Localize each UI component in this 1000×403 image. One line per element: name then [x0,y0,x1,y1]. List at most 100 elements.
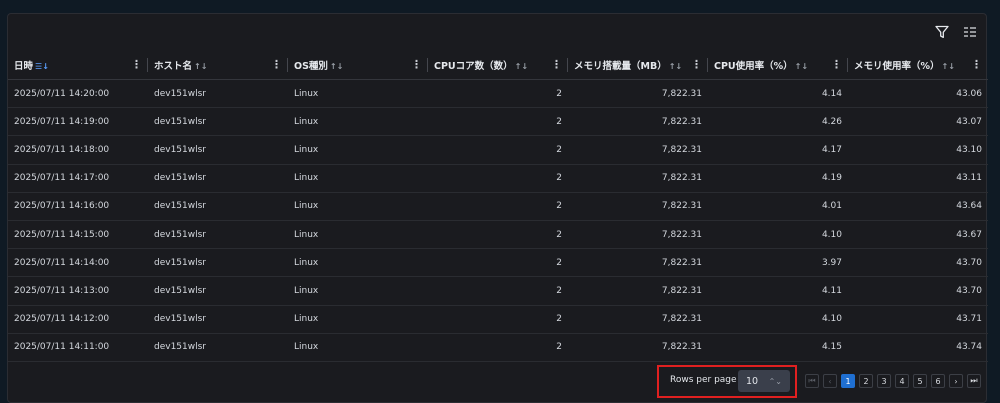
column-header-label: メモリ使用率（%） [854,61,940,72]
table-cell: dev151wlsr [148,164,288,193]
next-page-button[interactable]: › [949,374,963,388]
column-header-label: CPU使用率（%） [714,61,793,72]
table-cell: 4.17 [708,135,848,165]
table-toolbar [932,22,980,42]
sort-icon[interactable]: ↑↓ [795,62,808,71]
table-body: 2025/07/11 14:20:00 dev151wlsr Linux 2 7,822… [8,79,988,362]
table-cell: 2 [428,333,568,362]
column-header[interactable]: ホスト名 ↑↓ ⋮ [148,51,288,80]
table-cell: Linux [288,107,428,137]
table-cell: 4.15 [708,333,848,362]
rows-per-page-select[interactable]: 10 ⌃⌄ [738,370,790,392]
table-cell: 43.11 [848,164,988,193]
table-cell: 2 [428,305,568,334]
table-cell: 2 [428,248,568,278]
sort-icon[interactable]: ↑↓ [330,62,343,71]
table-cell: 2 [428,79,568,109]
first-page-button[interactable]: ⏮ [805,374,819,388]
column-menu-icon[interactable]: ⋮ [971,59,982,71]
table-cell: 2 [428,220,568,250]
table-row[interactable]: 2025/07/11 14:18:00 dev151wlsr Linux 2 7,822… [8,135,988,165]
table-cell: 43.64 [848,192,988,221]
table-cell: 4.26 [708,107,848,137]
table-row[interactable]: 2025/07/11 14:14:00 dev151wlsr Linux 2 7,822… [8,248,988,278]
table-row[interactable]: 2025/07/11 14:11:00 dev151wlsr Linux 2 7,822… [8,333,988,362]
table-cell: Linux [288,220,428,250]
table-cell: 43.10 [848,135,988,165]
table-row[interactable]: 2025/07/11 14:16:00 dev151wlsr Linux 2 7,822… [8,192,988,221]
table-cell: 2025/07/11 14:11:00 [8,333,148,362]
page-button-6[interactable]: 6 [931,374,945,388]
column-menu-icon[interactable]: ⋮ [831,59,842,71]
table-cell: dev151wlsr [148,220,288,250]
column-menu-icon[interactable]: ⋮ [271,59,282,71]
sort-icon[interactable]: ↑↓ [194,62,207,71]
column-header-label: OS種別 [294,61,328,72]
table-cell: 7,822.31 [568,107,708,137]
table-cell: 2025/07/11 14:16:00 [8,192,148,221]
table-cell: dev151wlsr [148,192,288,221]
table-cell: 4.19 [708,164,848,193]
table-cell: dev151wlsr [148,305,288,334]
table-cell: 2025/07/11 14:17:00 [8,164,148,193]
table-cell: 2025/07/11 14:19:00 [8,107,148,137]
prev-page-button[interactable]: ‹ [823,374,837,388]
page-button-2[interactable]: 2 [859,374,873,388]
table-cell: dev151wlsr [148,276,288,306]
column-header[interactable]: CPU使用率（%） ↑↓ ⋮ [708,51,848,80]
table-cell: 2025/07/11 14:15:00 [8,220,148,250]
last-page-button[interactable]: ⏭ [967,374,981,388]
table-cell: 43.71 [848,305,988,334]
table-cell: Linux [288,333,428,362]
table-cell: dev151wlsr [148,135,288,165]
rows-per-page-value: 10 [746,375,759,387]
table-cell: 7,822.31 [568,135,708,165]
page-button-1[interactable]: 1 [841,374,855,388]
page-button-4[interactable]: 4 [895,374,909,388]
filter-icon[interactable] [932,22,952,42]
table-cell: dev151wlsr [148,333,288,362]
table-cell: 2025/07/11 14:12:00 [8,305,148,334]
table-row[interactable]: 2025/07/11 14:12:00 dev151wlsr Linux 2 7,822… [8,305,988,334]
column-menu-icon[interactable]: ⋮ [411,59,422,71]
table-cell: 4.10 [708,220,848,250]
table-cell: 4.10 [708,305,848,334]
column-header[interactable]: メモリ使用率（%） ↑↓ ⋮ [848,51,988,80]
column-header[interactable]: メモリ搭載量（MB） ↑↓ ⋮ [568,51,708,80]
column-menu-icon[interactable]: ⋮ [551,59,562,71]
table-row[interactable]: 2025/07/11 14:19:00 dev151wlsr Linux 2 7,822… [8,107,988,137]
column-header[interactable]: OS種別 ↑↓ ⋮ [288,51,428,80]
table-cell: dev151wlsr [148,248,288,278]
table-cell: 4.01 [708,192,848,221]
table-row[interactable]: 2025/07/11 14:15:00 dev151wlsr Linux 2 7,822… [8,220,988,250]
table-cell: 7,822.31 [568,333,708,362]
table-cell: 7,822.31 [568,164,708,193]
table-cell: 2025/07/11 14:14:00 [8,248,148,278]
table-cell: Linux [288,248,428,278]
sort-icon[interactable]: ↑↓ [515,62,528,71]
table-cell: 2 [428,192,568,221]
table-cell: 7,822.31 [568,276,708,306]
sort-desc-icon[interactable]: ☰↓ [35,62,49,71]
column-header[interactable]: CPUコア数（数） ↑↓ ⋮ [428,51,568,80]
column-header[interactable]: 日時 ☰↓ ⋮ [8,51,148,80]
columns-icon[interactable] [960,22,980,42]
table-cell: 2 [428,164,568,193]
table-cell: Linux [288,164,428,193]
table-cell: Linux [288,135,428,165]
column-menu-icon[interactable]: ⋮ [131,59,142,71]
table-cell: 7,822.31 [568,248,708,278]
sort-icon[interactable]: ↑↓ [669,62,682,71]
pagination: ⏮ ‹ 1 2 3 4 5 6 › ⏭ [805,374,981,388]
table-cell: 43.70 [848,248,988,278]
page-button-3[interactable]: 3 [877,374,891,388]
table-row[interactable]: 2025/07/11 14:13:00 dev151wlsr Linux 2 7,822… [8,276,988,306]
table-cell: 2 [428,276,568,306]
table-row[interactable]: 2025/07/11 14:20:00 dev151wlsr Linux 2 7,822… [8,79,988,109]
column-menu-icon[interactable]: ⋮ [691,59,702,71]
table-row[interactable]: 2025/07/11 14:17:00 dev151wlsr Linux 2 7,822… [8,164,988,193]
page-button-5[interactable]: 5 [913,374,927,388]
table-cell: 43.06 [848,79,988,109]
sort-icon[interactable]: ↑↓ [942,62,955,71]
table-cell: Linux [288,276,428,306]
